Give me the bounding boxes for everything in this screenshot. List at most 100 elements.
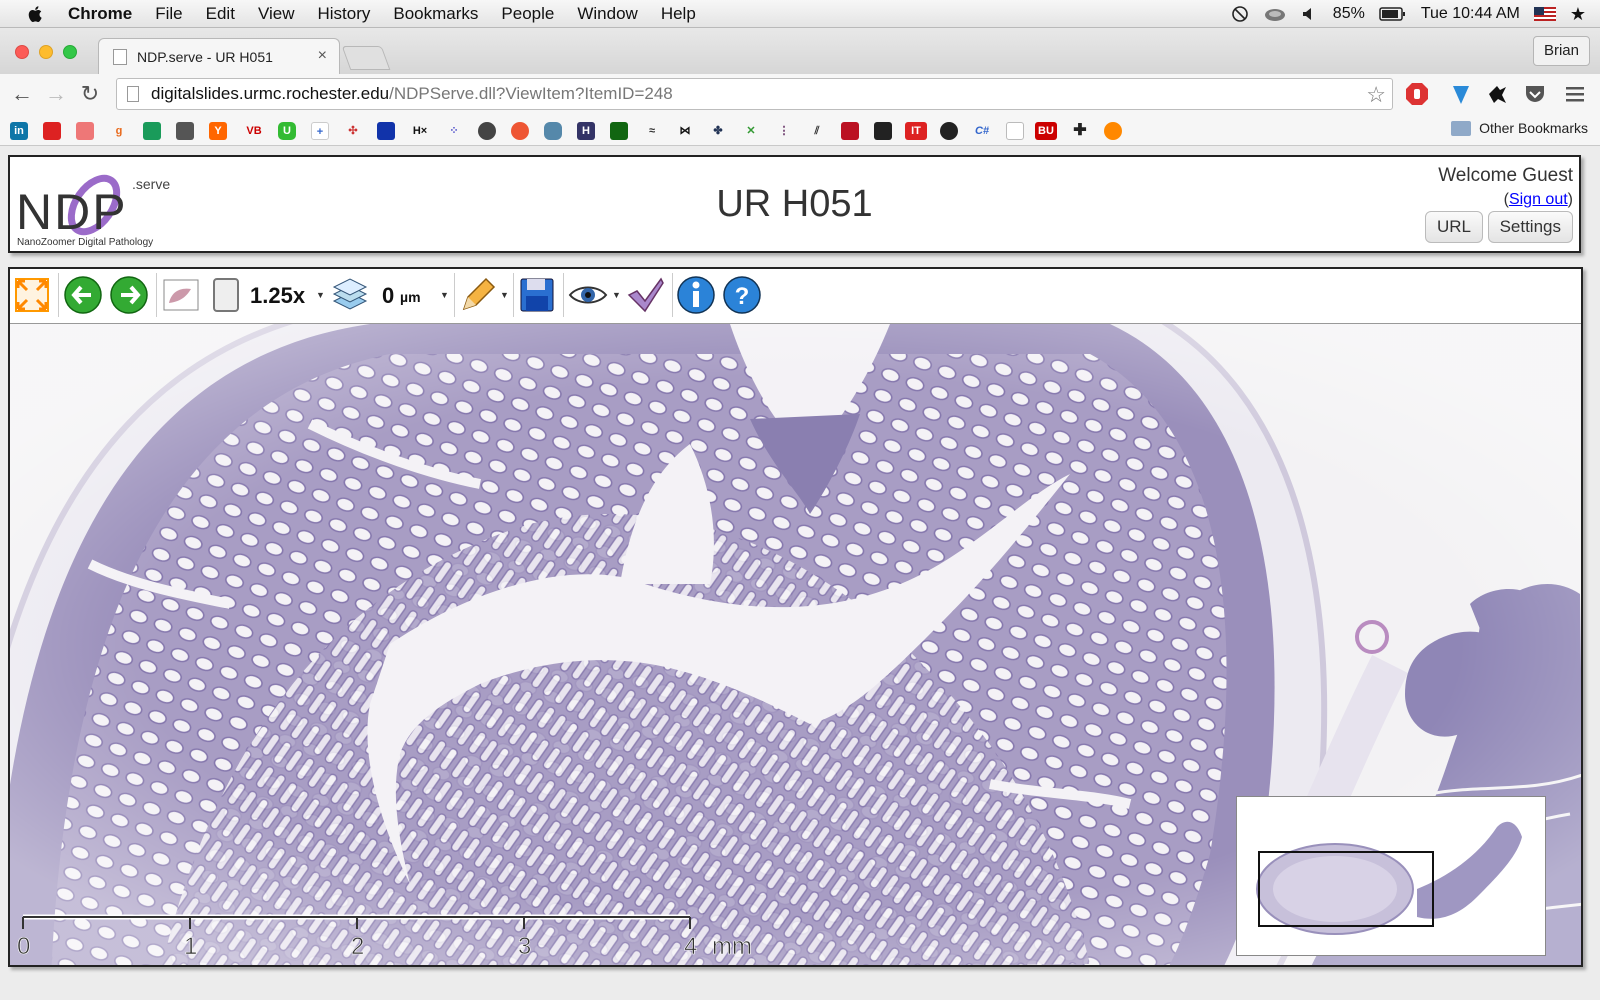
- volume-icon[interactable]: [1301, 5, 1319, 23]
- do-not-disturb-icon[interactable]: [1231, 5, 1249, 23]
- menu-file[interactable]: File: [155, 4, 182, 24]
- bookmark-bu-icon[interactable]: BU: [1035, 122, 1057, 140]
- save-disk-icon[interactable]: [517, 275, 557, 315]
- signout-close-paren: ): [1567, 191, 1573, 208]
- bookmark-it-icon[interactable]: IT: [905, 122, 927, 140]
- bookmark-u-icon[interactable]: U: [278, 122, 296, 140]
- magnification-value[interactable]: 1.25x: [250, 283, 305, 309]
- checkmark-icon[interactable]: [625, 275, 665, 315]
- menu-history[interactable]: History: [317, 4, 370, 24]
- slide-image-area[interactable]: 0 1 2 3 4 mm: [10, 324, 1581, 965]
- bookmark-page-icon[interactable]: [1006, 122, 1024, 140]
- bookmark-star-icon[interactable]: ☆: [1366, 82, 1386, 108]
- window-zoom-button[interactable]: [63, 45, 77, 59]
- bookmark-csharp-icon[interactable]: C#: [971, 122, 993, 140]
- address-bar[interactable]: digitalslides.urmc.rochester.edu/NDPServ…: [116, 78, 1393, 110]
- menu-bookmarks[interactable]: Bookmarks: [393, 4, 478, 24]
- reload-icon[interactable]: ↻: [78, 83, 102, 107]
- bookmark-network-icon[interactable]: ✕: [742, 122, 760, 140]
- slide-thumbnail-icon[interactable]: [161, 275, 201, 315]
- overview-thumbnail-image[interactable]: [1237, 797, 1545, 955]
- bookmark-m-icon[interactable]: [143, 122, 161, 140]
- bookmark-vb-icon[interactable]: VB: [242, 122, 266, 140]
- bookmark-cross-icon[interactable]: ✚: [1071, 122, 1089, 140]
- bookmark-pinwheel-icon[interactable]: ✣: [344, 122, 362, 140]
- bookmark-plus-icon[interactable]: +: [311, 122, 329, 140]
- bookmark-hx-icon[interactable]: H×: [408, 122, 432, 140]
- toolbar-separator: [563, 273, 564, 317]
- other-bookmarks[interactable]: Other Bookmarks: [1451, 120, 1588, 136]
- bookmark-bowtie-icon[interactable]: ⋈: [676, 122, 694, 140]
- focus-layers-icon[interactable]: [330, 275, 370, 315]
- overview-navigator[interactable]: [1236, 796, 1546, 956]
- notification-star-icon[interactable]: ★: [1570, 4, 1586, 25]
- fit-to-screen-icon[interactable]: [12, 275, 52, 315]
- shield-extension-icon[interactable]: [1449, 82, 1473, 106]
- view-dropdown-icon[interactable]: ▼: [612, 290, 621, 300]
- adblock-extension-icon[interactable]: [1405, 82, 1429, 106]
- new-tab-button[interactable]: [341, 46, 391, 70]
- back-arrow-icon[interactable]: [63, 275, 103, 315]
- pocket-extension-icon[interactable]: [1523, 82, 1547, 106]
- settings-button[interactable]: Settings: [1487, 211, 1573, 243]
- browser-tab-strip: NDP.serve - UR H051 × Brian: [0, 28, 1600, 74]
- forward-arrow-icon[interactable]: [109, 275, 149, 315]
- info-icon[interactable]: [676, 275, 716, 315]
- tab-close-icon[interactable]: ×: [318, 47, 327, 65]
- url-button[interactable]: URL: [1424, 211, 1483, 243]
- bookmark-database-icon[interactable]: [544, 122, 562, 140]
- magnification-dropdown-icon[interactable]: ▼: [316, 290, 325, 300]
- url-host: digitalslides.urmc.rochester.edu: [151, 84, 390, 103]
- bird-extension-icon[interactable]: [1486, 82, 1510, 106]
- bookmark-h-icon[interactable]: H: [577, 122, 595, 140]
- bookmark-w-icon[interactable]: [610, 122, 628, 140]
- url-path: /NDPServe.dll?ViewItem?ItemID=248: [389, 84, 673, 103]
- bookmark-news-icon[interactable]: [176, 122, 194, 140]
- bookmark-ribbon-icon[interactable]: [76, 122, 94, 140]
- bookmark-orange-icon[interactable]: [1104, 122, 1122, 140]
- forward-arrow-icon[interactable]: →: [44, 83, 68, 107]
- bookmark-grid-icon[interactable]: [377, 122, 395, 140]
- cloud-sync-icon[interactable]: [1263, 5, 1287, 23]
- view-eye-icon[interactable]: [568, 275, 608, 315]
- page-info-icon[interactable]: [127, 86, 139, 102]
- menu-window[interactable]: Window: [577, 4, 637, 24]
- bookmark-puzzle-icon[interactable]: ✤: [709, 122, 727, 140]
- menu-edit[interactable]: Edit: [206, 4, 235, 24]
- bookmark-ycombinator-icon[interactable]: Y: [209, 122, 227, 140]
- bookmark-dark-icon[interactable]: [874, 122, 892, 140]
- bookmark-waves-icon[interactable]: ≈: [643, 122, 661, 140]
- us-flag-icon[interactable]: [1533, 7, 1556, 21]
- menu-help[interactable]: Help: [661, 4, 696, 24]
- bookmark-dots-icon[interactable]: ⁘: [445, 122, 463, 140]
- menu-chrome[interactable]: Chrome: [68, 4, 132, 24]
- slide-label-icon[interactable]: [206, 275, 246, 315]
- back-arrow-icon[interactable]: ←: [10, 83, 34, 107]
- browser-tab-active[interactable]: NDP.serve - UR H051 ×: [98, 38, 340, 74]
- bookmark-lines-icon[interactable]: ⫽: [808, 122, 826, 140]
- sign-out-link[interactable]: Sign out: [1509, 191, 1568, 208]
- macos-menubar: Chrome File Edit View History Bookmarks …: [0, 0, 1600, 28]
- bookmark-g-icon[interactable]: g: [110, 122, 128, 140]
- battery-icon[interactable]: [1379, 5, 1407, 23]
- profile-button[interactable]: Brian: [1532, 36, 1590, 66]
- menu-people[interactable]: People: [501, 4, 554, 24]
- bookmark-dna-icon[interactable]: ⋮: [775, 122, 793, 140]
- bookmark-tomato-icon[interactable]: [511, 122, 529, 140]
- chrome-menu-icon[interactable]: [1563, 82, 1587, 106]
- bookmark-red-icon[interactable]: [43, 122, 61, 140]
- bookmark-panda-icon[interactable]: [940, 122, 958, 140]
- window-minimize-button[interactable]: [39, 45, 53, 59]
- bookmark-chart-icon[interactable]: [841, 122, 859, 140]
- menu-view[interactable]: View: [258, 4, 295, 24]
- apple-menu-icon[interactable]: [26, 4, 46, 24]
- z-offset-dropdown-icon[interactable]: ▼: [440, 290, 449, 300]
- window-close-button[interactable]: [15, 45, 29, 59]
- annotation-dropdown-icon[interactable]: ▼: [500, 290, 509, 300]
- annotation-pencil-icon[interactable]: [458, 275, 498, 315]
- bookmark-linkedin-icon[interactable]: in: [10, 122, 28, 140]
- bookmark-circle-icon[interactable]: [478, 122, 496, 140]
- z-offset-value[interactable]: 0: [382, 283, 394, 309]
- menubar-clock[interactable]: Tue 10:44 AM: [1421, 5, 1520, 23]
- help-icon[interactable]: ?: [722, 275, 762, 315]
